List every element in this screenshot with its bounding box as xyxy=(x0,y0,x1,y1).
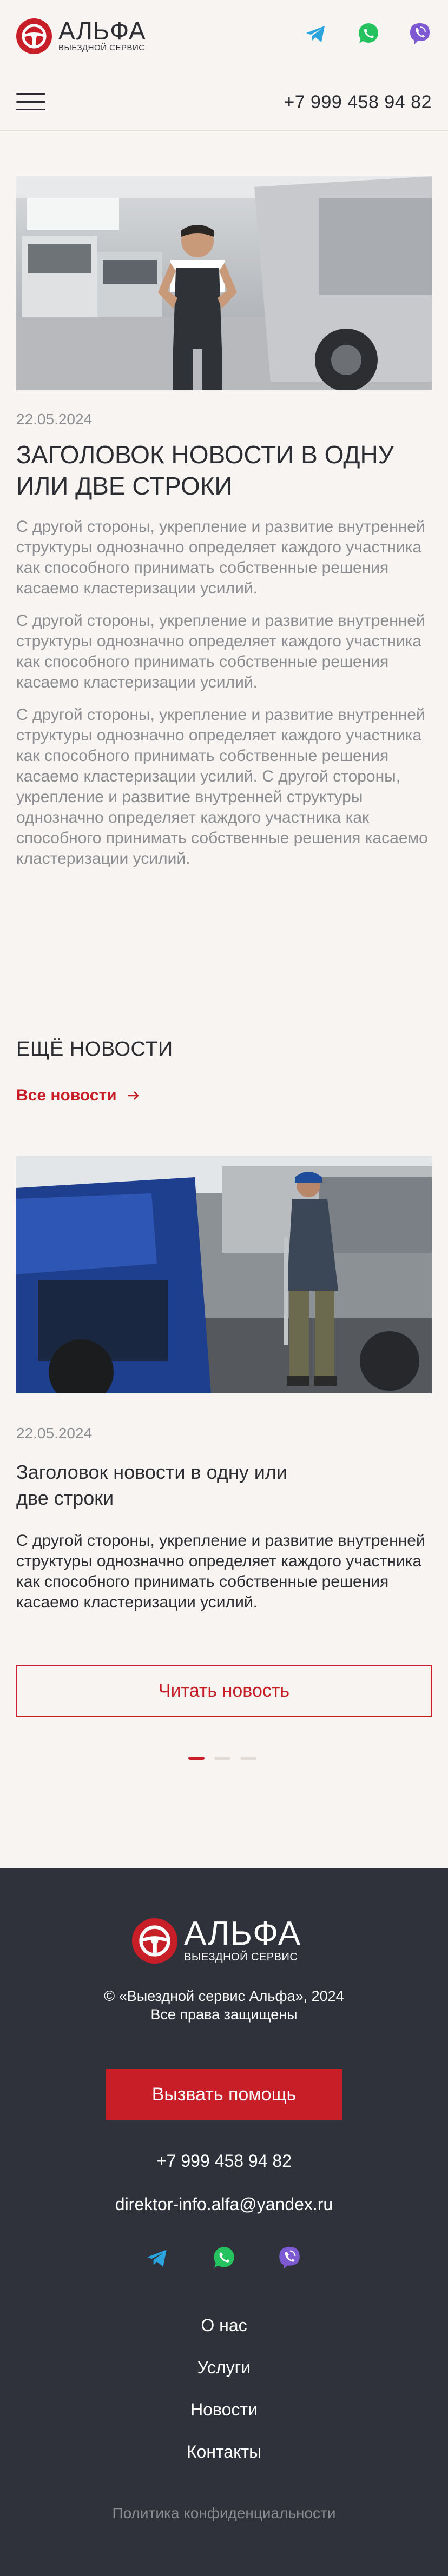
mechanic-truck-photo xyxy=(16,1156,432,1393)
footer-nav: О нас Услуги Новости Контакты xyxy=(0,2314,448,2462)
menu-burger-button[interactable] xyxy=(16,93,45,110)
carousel-dot[interactable] xyxy=(214,1757,230,1760)
copyright-line: © «Выездной сервис Альфа», 2024 xyxy=(104,1988,344,2004)
footer-brand-text: АЛЬФА ВЫЕЗДНОЙ СЕРВИС xyxy=(184,1915,301,1964)
news-card-image[interactable] xyxy=(16,1156,432,1393)
steering-wheel-logo-icon xyxy=(16,18,52,54)
footer-copyright: © «Выездной сервис Альфа», 2024 Все прав… xyxy=(0,1987,448,2024)
site-footer: АЛЬФА ВЫЕЗДНОЙ СЕРВИС © «Выездной сервис… xyxy=(0,1868,448,2576)
brand-logo[interactable]: АЛЬФА ВЫЕЗДНОЙ СЕРВИС xyxy=(16,18,146,54)
header-phone-link[interactable]: +7 999 458 94 82 xyxy=(284,92,432,113)
burger-line xyxy=(16,109,45,110)
site-header: АЛЬФА ВЫЕЗДНОЙ СЕРВИС +7 999 458 94 82 xyxy=(0,0,448,131)
footer-email-link[interactable]: direktor-info.alfa@yandex.ru xyxy=(0,2194,448,2214)
news-carousel-pagination xyxy=(188,1757,256,1760)
footer-brand-name: АЛЬФА xyxy=(184,1915,301,1952)
viber-icon[interactable] xyxy=(408,22,432,45)
burger-line xyxy=(16,101,45,103)
article-date: 22.05.2024 xyxy=(16,411,93,428)
footer-nav-news[interactable]: Новости xyxy=(190,2399,258,2420)
news-card-date: 22.05.2024 xyxy=(16,1425,93,1442)
article-body: С другой стороны, укрепление и развитие … xyxy=(16,517,432,881)
burger-line xyxy=(16,93,45,95)
brand-name: АЛЬФА xyxy=(58,17,146,45)
article-hero-image xyxy=(16,176,432,390)
article-title: ЗАГОЛОВОК НОВОСТИ В ОДНУ ИЛИ ДВЕ СТРОКИ xyxy=(16,441,394,500)
footer-nav-services[interactable]: Услуги xyxy=(197,2357,251,2378)
more-news-title: ЕЩЁ НОВОСТИ xyxy=(16,1038,173,1060)
steering-wheel-logo-icon xyxy=(132,1918,177,1964)
all-news-link[interactable]: Все новости xyxy=(16,1086,140,1105)
privacy-policy-link[interactable]: Политика конфиденциальности xyxy=(0,2505,448,2522)
footer-socials xyxy=(145,2245,302,2270)
article-paragraph: С другой стороны, укрепление и развитие … xyxy=(16,612,425,691)
read-news-button[interactable]: Читать новость xyxy=(16,1665,432,1717)
footer-brand-logo[interactable]: АЛЬФА ВЫЕЗДНОЙ СЕРВИС xyxy=(132,1915,301,1964)
rights-line: Все права защищены xyxy=(150,2006,298,2023)
article-paragraph: С другой стороны, укрепление и развитие … xyxy=(16,706,428,867)
whatsapp-icon[interactable] xyxy=(356,22,380,45)
header-socials xyxy=(304,22,432,45)
footer-phone-link[interactable]: +7 999 458 94 82 xyxy=(0,2151,448,2171)
footer-brand-subtitle: ВЫЕЗДНОЙ СЕРВИС xyxy=(184,1951,298,1963)
brand-subtitle: ВЫЕЗДНОЙ СЕРВИС xyxy=(58,43,145,52)
carousel-dot-active[interactable] xyxy=(188,1757,205,1760)
footer-nav-contacts[interactable]: Контакты xyxy=(187,2441,261,2462)
news-card-title[interactable]: Заголовок новости в одну или две строки xyxy=(16,1459,319,1511)
telegram-icon[interactable] xyxy=(145,2245,170,2270)
news-card-text: С другой стороны, укрепление и развитие … xyxy=(16,1532,425,1611)
telegram-icon[interactable] xyxy=(304,22,328,45)
all-news-label: Все новости xyxy=(16,1086,117,1104)
brand-text: АЛЬФА ВЫЕЗДНОЙ СЕРВИС xyxy=(58,17,146,54)
call-help-button[interactable]: Вызвать помощь xyxy=(106,2069,342,2120)
article-paragraph: С другой стороны, укрепление и развитие … xyxy=(16,518,425,597)
arrow-right-icon xyxy=(127,1091,139,1100)
viber-icon[interactable] xyxy=(277,2245,302,2270)
footer-nav-about[interactable]: О нас xyxy=(201,2314,247,2336)
whatsapp-icon[interactable] xyxy=(211,2245,236,2270)
carousel-dot[interactable] xyxy=(240,1757,256,1760)
truck-garage-photo xyxy=(16,176,432,390)
page: АЛЬФА ВЫЕЗДНОЙ СЕРВИС +7 999 458 94 82 2… xyxy=(0,0,448,2576)
